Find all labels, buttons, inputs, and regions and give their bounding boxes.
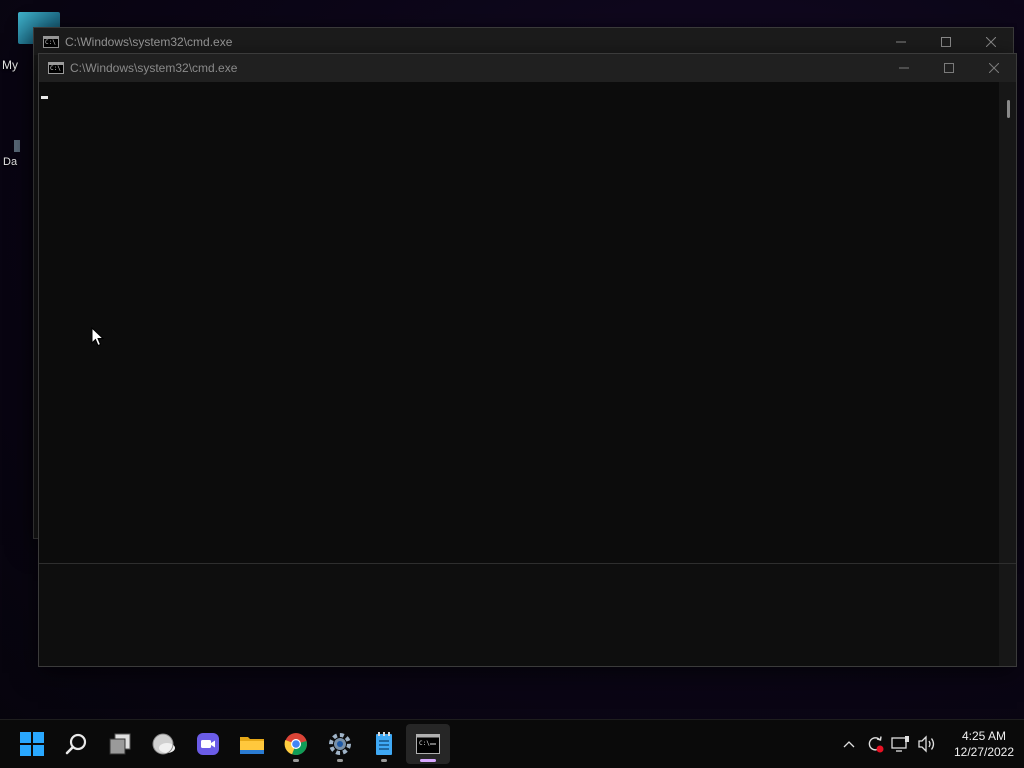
volume-button[interactable] — [915, 732, 939, 756]
vertical-scrollbar[interactable] — [999, 82, 1016, 563]
window-title: C:\Windows\system32\cmd.exe — [65, 34, 233, 49]
close-button[interactable] — [971, 54, 1016, 82]
running-indicator — [381, 759, 387, 762]
chrome-app[interactable] — [274, 724, 318, 764]
notepad-app[interactable] — [362, 724, 406, 764]
maximize-icon — [943, 63, 954, 73]
mouse-pointer-icon — [91, 327, 105, 347]
taskbar: C:\ 4:25 AM 12/27/2022 — [0, 719, 1024, 768]
running-indicator — [420, 759, 436, 762]
minimize-button[interactable] — [881, 54, 926, 82]
task-view-button[interactable] — [98, 724, 142, 764]
onedrive-icon — [152, 733, 175, 755]
chrome-icon — [284, 733, 307, 756]
search-button[interactable] — [54, 724, 98, 764]
folder-icon — [240, 737, 264, 754]
minimize-icon — [895, 41, 906, 42]
desktop-icon-label: My — [2, 58, 18, 72]
maximize-icon — [940, 36, 951, 47]
running-indicator — [293, 759, 299, 762]
chevron-up-icon — [843, 741, 855, 748]
clock[interactable]: 4:25 AM 12/27/2022 — [944, 728, 1024, 760]
speaker-icon — [918, 735, 935, 753]
minimize-button[interactable] — [878, 28, 923, 55]
network-button[interactable] — [889, 732, 913, 756]
desktop-icon-data[interactable] — [14, 140, 20, 152]
gear-icon — [329, 733, 351, 755]
window-title: C:\Windows\system32\cmd.exe — [70, 61, 238, 75]
file-explorer-app[interactable] — [230, 724, 274, 764]
task-view-icon — [109, 733, 131, 755]
show-hidden-icons-button[interactable] — [837, 732, 861, 756]
sync-status-button[interactable] — [863, 732, 887, 756]
title-bar[interactable]: C:\Windows\system32\cmd.exe — [39, 54, 1016, 82]
video-camera-icon — [197, 733, 219, 755]
title-bar[interactable]: C:\Windows\system32\cmd.exe — [34, 28, 1013, 55]
cmd-window-front[interactable]: C:\Windows\system32\cmd.exe — [38, 53, 1017, 667]
notepad-icon — [376, 732, 392, 755]
search-icon — [65, 733, 87, 755]
maximize-button[interactable] — [923, 28, 968, 55]
text-cursor — [41, 96, 48, 99]
console-lower-area — [39, 563, 1016, 666]
windows-logo-icon — [20, 732, 44, 756]
close-button[interactable] — [968, 28, 1013, 55]
start-button[interactable] — [10, 724, 54, 764]
close-icon — [985, 36, 996, 47]
console-output-area[interactable] — [39, 82, 999, 563]
lower-scrollbar-track — [999, 564, 1016, 666]
settings-app[interactable] — [318, 724, 362, 764]
cmd-icon: C:\ — [416, 734, 440, 754]
scrollbar-thumb[interactable] — [1007, 100, 1010, 118]
onedrive-app[interactable] — [142, 724, 186, 764]
close-icon — [988, 63, 999, 73]
cmd-icon — [48, 62, 64, 74]
running-indicator — [337, 759, 343, 762]
minimize-icon — [898, 67, 909, 69]
meet-app[interactable] — [186, 724, 230, 764]
sync-icon — [868, 736, 884, 753]
clock-date: 12/27/2022 — [953, 745, 1015, 759]
cmd-icon — [43, 35, 59, 48]
maximize-button[interactable] — [926, 54, 971, 82]
svg-text:C:\: C:\ — [419, 740, 430, 747]
clock-time: 4:25 AM — [961, 729, 1007, 743]
cmd-app[interactable]: C:\ — [406, 724, 450, 764]
desktop-icon-label: Da — [3, 156, 18, 168]
network-icon — [891, 736, 909, 752]
